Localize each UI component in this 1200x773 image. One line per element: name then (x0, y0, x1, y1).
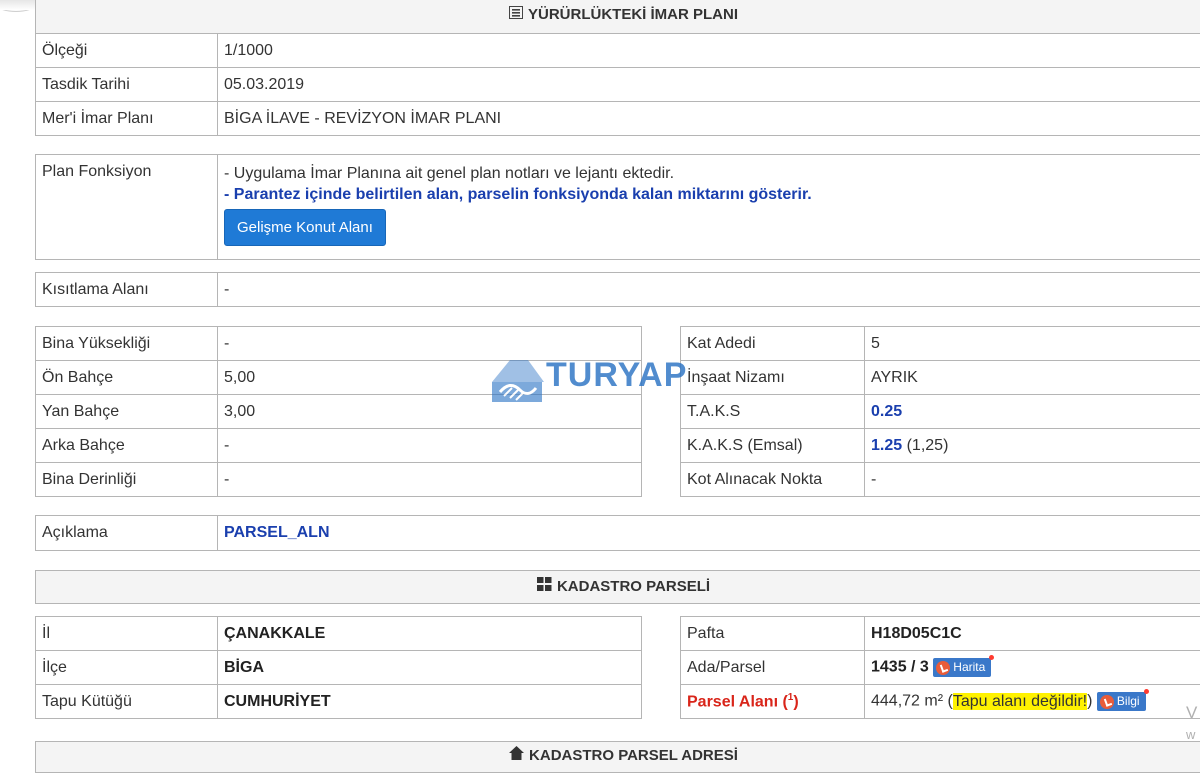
kadastro-right-table: PaftaH18D05C1C Ada/Parsel 1435 / 3 Harit… (680, 616, 1200, 719)
kadastro-left-table: İlÇANAKKALE İlçeBİGA Tapu KütüğüCUMHURİY… (35, 616, 642, 719)
badge-dot (1144, 689, 1149, 694)
kadastro-parsel-adresi-title: KADASTRO PARSEL ADRESİ (529, 747, 738, 764)
bilgi-button[interactable]: Bilgi (1097, 692, 1146, 711)
kat-adedi-value: 5 (865, 327, 1200, 361)
aciklama-table: Açıklama PARSEL_ALN (35, 515, 1200, 551)
insaat-nizami-value: AYRIK (865, 361, 1200, 395)
watermark-text: TURYAP (546, 356, 687, 395)
table-row: K.A.K.S (Emsal)1.25 (1,25) (681, 429, 1200, 463)
side-clipped-text: V w (1186, 702, 1197, 746)
table-row: İnşaat NizamıAYRIK (681, 361, 1200, 395)
imar-plani-table: Ölçeği 1/1000 Tasdik Tarihi 05.03.2019 M… (35, 33, 1200, 136)
info-marker-icon (1100, 695, 1114, 709)
meri-imar-plani-value: BİGA İLAVE - REVİZYON İMAR PLANI (218, 102, 1200, 136)
kaks-value: 1.25 (871, 437, 902, 454)
table-row: Açıklama PARSEL_ALN (36, 516, 1200, 551)
turyap-watermark: TURYAP (490, 352, 710, 407)
table-row: İlÇANAKKALE (36, 617, 642, 651)
table-row: Ölçeği 1/1000 (36, 34, 1200, 68)
kaks-label: K.A.K.S (Emsal) (681, 429, 865, 463)
kisitlama-label: Kısıtlama Alanı (36, 273, 218, 307)
aciklama-value: PARSEL_ALN (218, 516, 1200, 551)
plan-fonksiyon-label: Plan Fonksiyon (36, 155, 218, 260)
il-value: ÇANAKKALE (218, 617, 642, 651)
table-row: Mer'i İmar Planı BİGA İLAVE - REVİZYON İ… (36, 102, 1200, 136)
ada-parsel-value: 1435 / 3 (871, 659, 929, 676)
ada-parsel-cell: 1435 / 3 Harita (865, 651, 1200, 685)
table-row: Tapu KütüğüCUMHURİYET (36, 685, 642, 719)
imar-plani-title: YÜRÜRLÜKTEKİ İMAR PLANI (528, 6, 738, 23)
table-row: T.A.K.S0.25 (681, 395, 1200, 429)
kaks-extra: (1,25) (907, 437, 949, 454)
kadastro-parseli-header: KADASTRO PARSELİ (35, 570, 1200, 604)
harita-label: Harita (953, 660, 985, 674)
bina-derinligi-label: Bina Derinliği (36, 463, 218, 497)
yapilasma-right-table: Kat Adedi5 İnşaat NizamıAYRIK T.A.K.S0.2… (680, 326, 1200, 497)
ada-parsel-label: Ada/Parsel (681, 651, 865, 685)
table-row: Tasdik Tarihi 05.03.2019 (36, 68, 1200, 102)
bilgi-label: Bilgi (1117, 694, 1140, 708)
tapu-kutugu-value: CUMHURİYET (218, 685, 642, 719)
taks-value: 0.25 (865, 395, 1200, 429)
olcek-value: 1/1000 (218, 34, 1200, 68)
table-row: Kot Alınacak Nokta- (681, 463, 1200, 497)
ilce-value: BİGA (218, 651, 642, 685)
table-row: İlçeBİGA (36, 651, 642, 685)
bina-derinligi-value: - (218, 463, 642, 497)
table-row: Parsel Alanı (1) 444,72 m² (Tapu alanı d… (681, 685, 1200, 719)
parsel-alani-label-end: ) (793, 693, 798, 710)
kadastro-parseli-title: KADASTRO PARSELİ (557, 578, 710, 595)
il-label: İl (36, 617, 218, 651)
map-marker-icon (936, 661, 950, 675)
meri-imar-plani-label: Mer'i İmar Planı (36, 102, 218, 136)
parsel-alani-value: 444,72 m² ( (871, 693, 953, 710)
table-row: Kat Adedi5 (681, 327, 1200, 361)
table-row: Plan Fonksiyon - Uygulama İmar Planına a… (36, 155, 1200, 260)
tapu-alani-note: Tapu alanı değildir! (953, 693, 1087, 710)
yan-bahce-label: Yan Bahçe (36, 395, 218, 429)
pafta-label: Pafta (681, 617, 865, 651)
table-row: Arka Bahçe- (36, 429, 642, 463)
home-icon (509, 742, 524, 770)
parsel-alani-label-text: Parsel Alanı ( (687, 693, 788, 710)
kadastro-parsel-adresi-header: KADASTRO PARSEL ADRESİ (35, 741, 1200, 773)
olcek-label: Ölçeği (36, 34, 218, 68)
plan-fonksiyon-table: Plan Fonksiyon - Uygulama İmar Planına a… (35, 154, 1200, 260)
harita-button[interactable]: Harita (933, 658, 991, 677)
kaks-cell: 1.25 (1,25) (865, 429, 1200, 463)
arka-bahce-value: - (218, 429, 642, 463)
table-row: Bina Derinliği- (36, 463, 642, 497)
kisitlama-table: Kısıtlama Alanı - (35, 272, 1200, 307)
arka-bahce-label: Arka Bahçe (36, 429, 218, 463)
on-bahce-label: Ön Bahçe (36, 361, 218, 395)
ilce-label: İlçe (36, 651, 218, 685)
kot-value: - (865, 463, 1200, 497)
badge-dot (989, 655, 994, 660)
table-row: PaftaH18D05C1C (681, 617, 1200, 651)
plan-fonksiyon-cell: - Uygulama İmar Planına ait genel plan n… (218, 155, 1200, 260)
parsel-alani-label: Parsel Alanı (1) (681, 685, 865, 719)
table-row: Ada/Parsel 1435 / 3 Harita (681, 651, 1200, 685)
bina-yuksekligi-label: Bina Yüksekliği (36, 327, 218, 361)
tapu-kutugu-label: Tapu Kütüğü (36, 685, 218, 719)
parsel-alani-close: ) (1087, 693, 1092, 710)
table-row: Kısıtlama Alanı - (36, 273, 1200, 307)
pafta-value: H18D05C1C (865, 617, 1200, 651)
aciklama-label: Açıklama (36, 516, 218, 551)
imar-plani-header: YÜRÜRLÜKTEKİ İMAR PLANI (35, 0, 1200, 34)
parsel-alani-cell: 444,72 m² (Tapu alanı değildir!) Bilgi (865, 685, 1200, 719)
gelisme-konut-alani-button[interactable]: Gelişme Konut Alanı (224, 209, 386, 246)
kisitlama-value: - (218, 273, 1200, 307)
tasdik-tarihi-label: Tasdik Tarihi (36, 68, 218, 102)
kot-label: Kot Alınacak Nokta (681, 463, 865, 497)
plan-note-general: - Uygulama İmar Planına ait genel plan n… (224, 163, 1200, 184)
list-icon (509, 0, 523, 30)
plan-note-parentheses: - Parantez içinde belirtilen alan, parse… (224, 184, 1200, 205)
tasdik-tarihi-value: 05.03.2019 (218, 68, 1200, 102)
grid-icon (537, 571, 552, 603)
side-clip-line1: V (1186, 702, 1197, 724)
